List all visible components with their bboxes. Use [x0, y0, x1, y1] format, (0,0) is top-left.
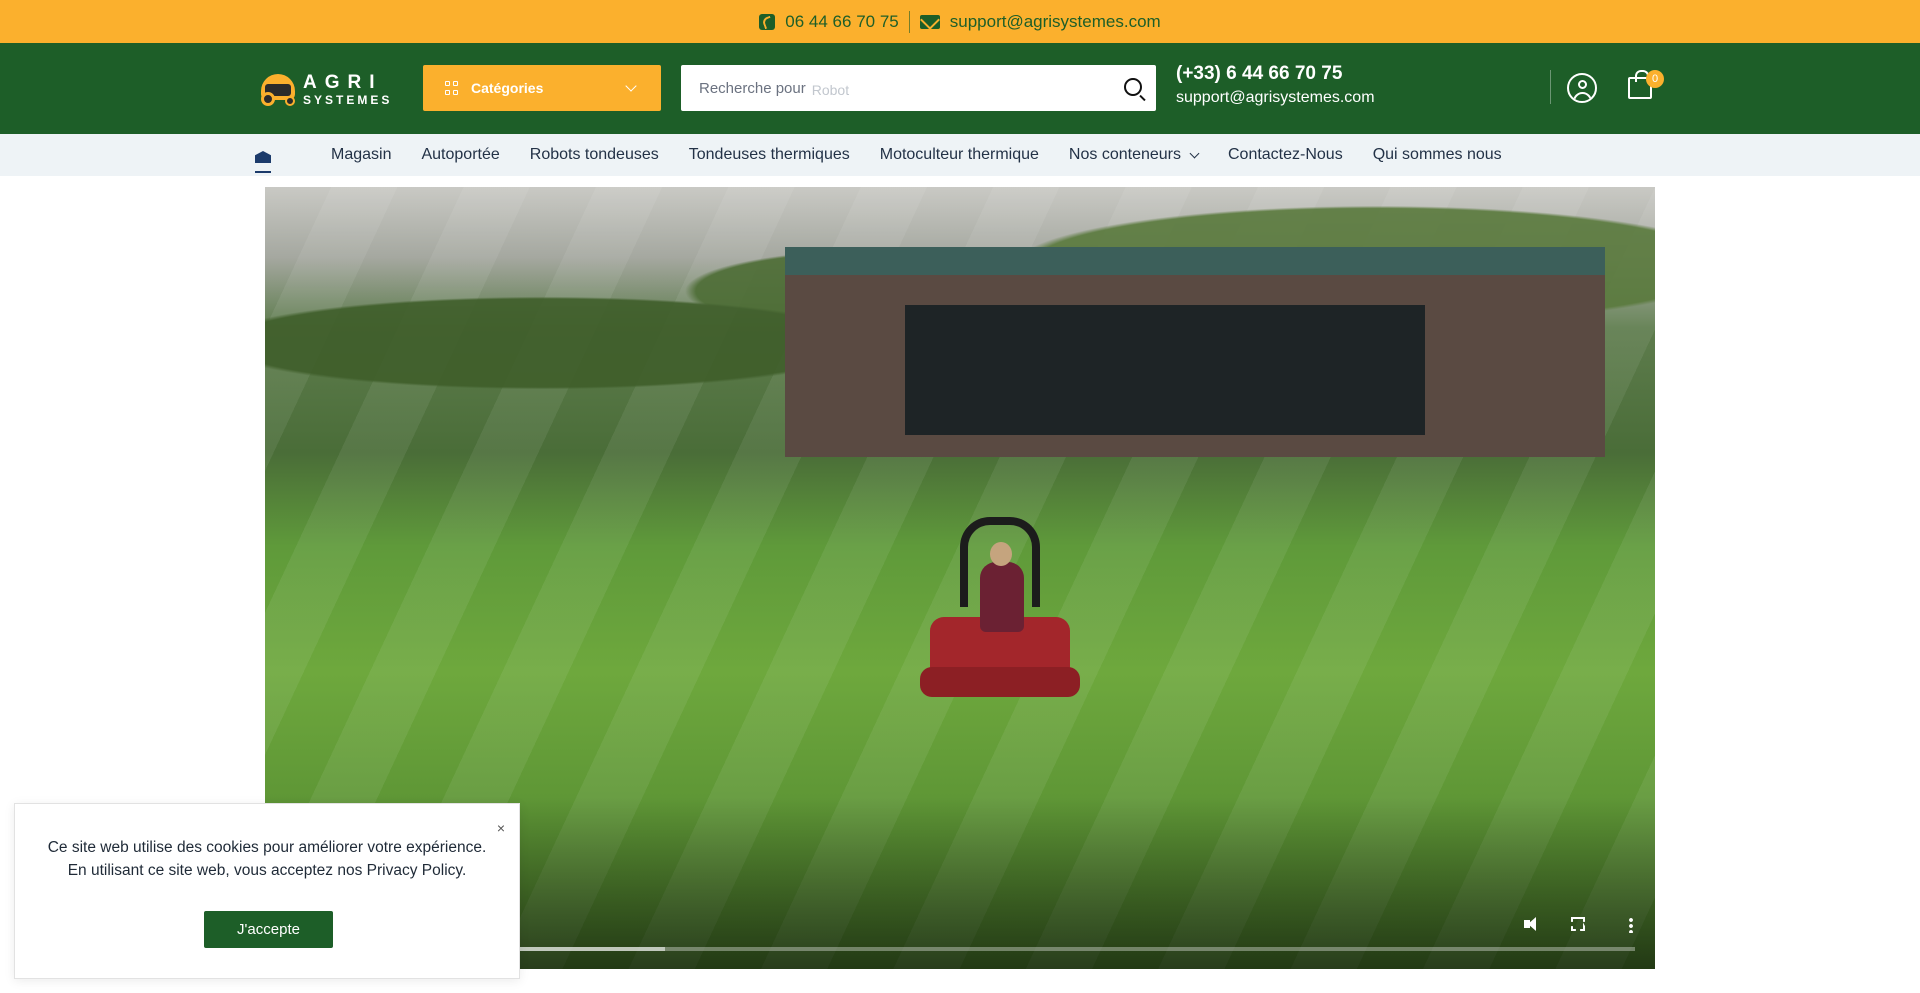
main-nav: Magasin Autoportée Robots tondeuses Tond… [0, 134, 1920, 176]
header-phone[interactable]: (+33) 6 44 66 70 75 [1176, 63, 1375, 85]
header-contact: (+33) 6 44 66 70 75 support@agrisystemes… [1176, 63, 1375, 107]
categories-label: Catégories [471, 80, 544, 96]
topbar-phone-text: 06 44 66 70 75 [785, 11, 899, 31]
home-icon [255, 147, 271, 173]
nav-item-robots-tondeuses[interactable]: Robots tondeuses [530, 146, 659, 164]
nav-item-nos-conteneurs-label: Nos conteneurs [1068, 146, 1181, 163]
top-contact-bar: 06 44 66 70 75 support@agrisystemes.com [0, 0, 1920, 43]
logo-text: AGRI SYSTEMES [303, 73, 392, 106]
cookie-close-icon[interactable]: × [497, 820, 505, 836]
search-icon[interactable] [1124, 78, 1142, 96]
cookie-line1: Ce site web utilise des cookies pour amé… [47, 839, 487, 856]
cookie-line2-prefix: En utilisant ce site web, vous acceptez … [67, 862, 363, 879]
nav-item-contactez-nous[interactable]: Contactez-Nous [1228, 146, 1343, 164]
more-options-icon[interactable] [1629, 917, 1633, 933]
video-buffered [520, 947, 665, 951]
cookie-line2: En utilisant ce site web, vous acceptez … [35, 859, 499, 882]
video-scene-building [785, 247, 1605, 457]
categories-button[interactable]: Catégories [423, 65, 661, 111]
cart-count-badge: 0 [1646, 70, 1664, 88]
main-header: AGRI SYSTEMES Catégories Recherche pour … [0, 43, 1920, 134]
logo-tractor-icon [257, 70, 299, 108]
logo-line2: SYSTEMES [303, 92, 393, 107]
phone-icon [759, 13, 776, 30]
privacy-policy-link[interactable]: Privacy Policy [367, 862, 462, 879]
header-divider [1550, 70, 1551, 104]
header-email[interactable]: support@agrisystemes.com [1176, 89, 1375, 107]
search-input[interactable] [681, 65, 1101, 111]
nav-item-tondeuses-thermiques[interactable]: Tondeuses thermiques [689, 146, 850, 164]
cookie-banner: × Ce site web utilise des cookies pour a… [14, 803, 520, 979]
search-box: Recherche pour Robot [681, 65, 1156, 111]
site-logo[interactable]: AGRI SYSTEMES [257, 67, 399, 111]
nav-item-autoportee[interactable]: Autoportée [421, 146, 499, 164]
logo-line1: AGRI [303, 71, 383, 93]
topbar-email[interactable]: support@agrisystemes.com [919, 11, 1161, 32]
mail-icon [919, 14, 940, 29]
chevron-down-icon [625, 80, 637, 92]
account-icon[interactable] [1567, 73, 1597, 103]
cookie-line2-suffix: . [462, 862, 467, 879]
grid-icon [445, 81, 459, 95]
nav-item-motoculteur-thermique[interactable]: Motoculteur thermique [880, 146, 1039, 164]
nav-item-magasin[interactable]: Magasin [331, 146, 391, 164]
cookie-message: Ce site web utilise des cookies pour amé… [15, 836, 519, 882]
topbar-phone[interactable]: 06 44 66 70 75 [759, 11, 899, 32]
accept-cookies-button[interactable]: J'accepte [204, 911, 333, 948]
nav-home[interactable] [255, 147, 301, 173]
video-scene-mower [920, 517, 1080, 717]
volume-icon[interactable] [1524, 917, 1540, 931]
video-progress-bar[interactable] [520, 947, 1635, 951]
nav-item-qui-sommes-nous[interactable]: Qui sommes nous [1373, 146, 1502, 164]
topbar-divider [908, 10, 910, 33]
nav-item-nos-conteneurs[interactable]: Nos conteneurs [1069, 146, 1198, 164]
topbar-email-text: support@agrisystemes.com [949, 11, 1161, 31]
fullscreen-icon[interactable] [1571, 917, 1585, 931]
